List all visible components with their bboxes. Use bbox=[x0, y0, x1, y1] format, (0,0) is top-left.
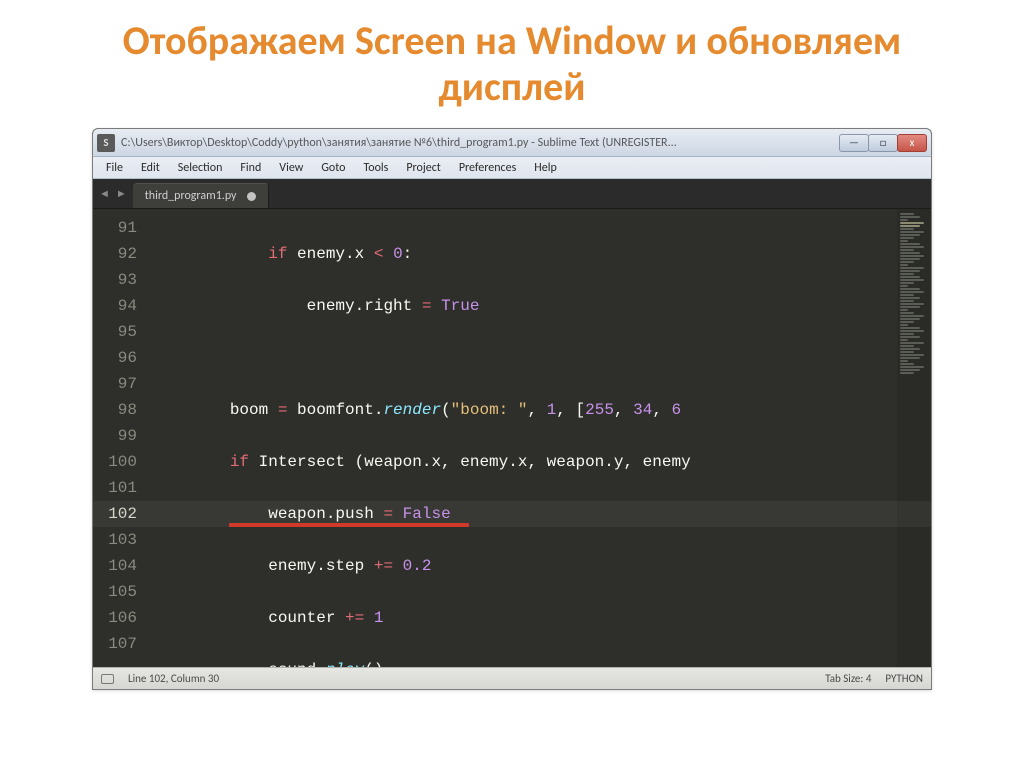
line-number: 93 bbox=[99, 267, 137, 293]
status-tab-size[interactable]: Tab Size: 4 bbox=[825, 672, 871, 685]
minimap[interactable] bbox=[897, 209, 931, 667]
status-cursor: Line 102, Column 30 bbox=[128, 672, 219, 685]
line-number: 105 bbox=[99, 579, 137, 605]
maximize-button[interactable]: □ bbox=[868, 134, 898, 152]
highlight-underline bbox=[229, 523, 469, 527]
menu-help[interactable]: Help bbox=[525, 159, 566, 177]
title-bar: C:\Users\Виктор\Desktop\Coddy\python\зан… bbox=[93, 129, 931, 157]
line-number: 104 bbox=[99, 553, 137, 579]
line-number: 107 bbox=[99, 631, 137, 657]
line-number: 95 bbox=[99, 319, 137, 345]
tab-label: third_program1.py bbox=[145, 189, 237, 203]
line-gutter: 91 92 93 94 95 96 97 98 99 100 101 102 1… bbox=[93, 209, 149, 667]
tab-bar: ◄ ► third_program1.py bbox=[93, 179, 931, 209]
window-title: C:\Users\Виктор\Desktop\Coddy\python\зан… bbox=[121, 136, 840, 150]
nav-arrows: ◄ ► bbox=[93, 179, 133, 208]
line-number: 106 bbox=[99, 605, 137, 631]
menu-selection[interactable]: Selection bbox=[169, 159, 232, 177]
close-button[interactable]: x bbox=[897, 134, 927, 152]
file-tab[interactable]: third_program1.py bbox=[133, 183, 269, 208]
line-number: 99 bbox=[99, 423, 137, 449]
line-number: 101 bbox=[99, 475, 137, 501]
line-number: 94 bbox=[99, 293, 137, 319]
nav-back-icon[interactable]: ◄ bbox=[99, 187, 110, 200]
app-icon bbox=[97, 134, 115, 152]
line-number: 102 bbox=[99, 501, 137, 527]
tab-dirty-icon bbox=[247, 192, 256, 201]
line-number: 97 bbox=[99, 371, 137, 397]
window-buttons: — □ x bbox=[840, 134, 927, 152]
menu-tools[interactable]: Tools bbox=[354, 159, 397, 177]
line-number: 96 bbox=[99, 345, 137, 371]
menu-goto[interactable]: Goto bbox=[312, 159, 354, 177]
status-language[interactable]: PYTHON bbox=[885, 672, 923, 685]
menu-bar: File Edit Selection Find View Goto Tools… bbox=[93, 157, 931, 179]
menu-preferences[interactable]: Preferences bbox=[450, 159, 525, 177]
menu-project[interactable]: Project bbox=[397, 159, 449, 177]
code-area[interactable]: if enemy.x < 0: enemy.right = True boom … bbox=[149, 209, 897, 667]
menu-find[interactable]: Find bbox=[231, 159, 270, 177]
minimize-button[interactable]: — bbox=[839, 134, 869, 152]
layout-icon bbox=[101, 674, 114, 684]
line-number: 103 bbox=[99, 527, 137, 553]
status-layout[interactable] bbox=[101, 674, 114, 684]
line-number: 100 bbox=[99, 449, 137, 475]
editor-body: 91 92 93 94 95 96 97 98 99 100 101 102 1… bbox=[93, 209, 931, 667]
menu-file[interactable]: File bbox=[97, 159, 132, 177]
editor-window: C:\Users\Виктор\Desktop\Coddy\python\зан… bbox=[92, 128, 932, 690]
line-number: 98 bbox=[99, 397, 137, 423]
menu-edit[interactable]: Edit bbox=[132, 159, 169, 177]
menu-view[interactable]: View bbox=[270, 159, 312, 177]
status-bar: Line 102, Column 30 Tab Size: 4 PYTHON bbox=[93, 667, 931, 689]
line-number: 92 bbox=[99, 241, 137, 267]
nav-forward-icon[interactable]: ► bbox=[116, 187, 127, 200]
line-number: 91 bbox=[99, 215, 137, 241]
slide-title: Отображаем Screen на Window и обновляем … bbox=[0, 0, 1024, 120]
